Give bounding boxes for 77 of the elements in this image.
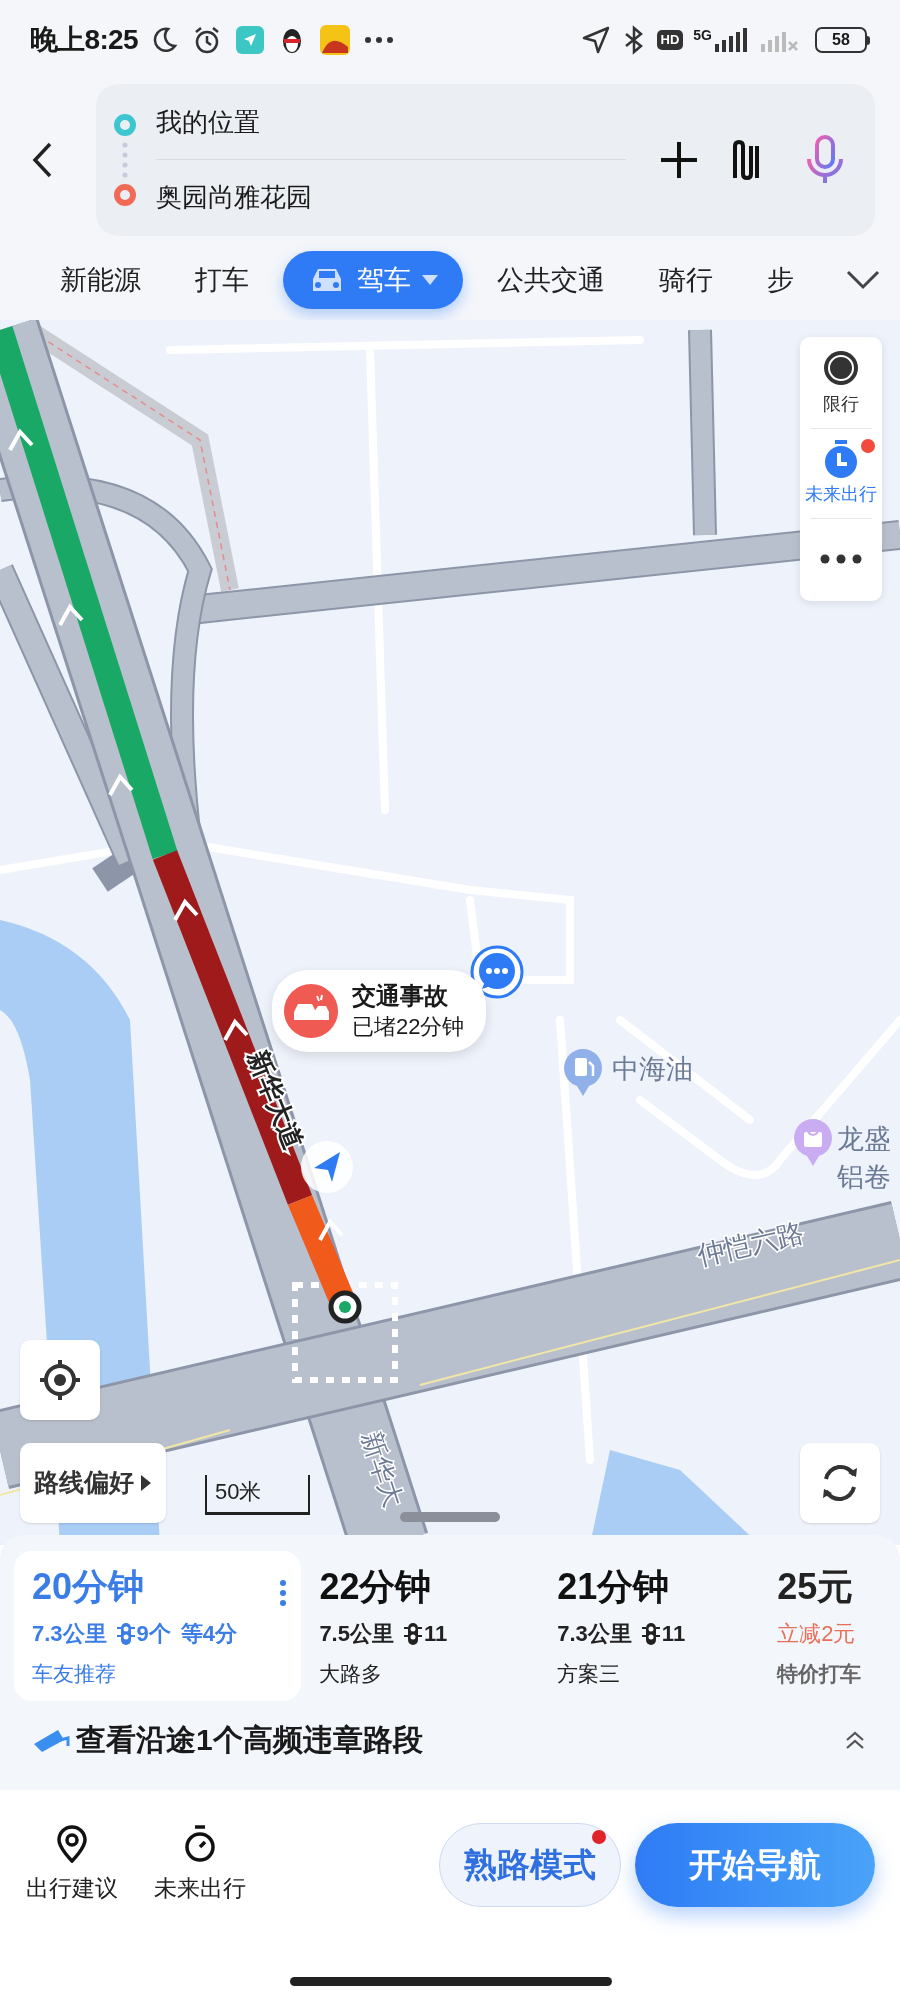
bottom-action-button[interactable]: 出行建议: [26, 1824, 118, 1906]
status-time: 晚上8:25: [30, 23, 138, 57]
route-duration: 20分钟: [32, 1565, 145, 1609]
scale-label: 50米: [215, 1478, 262, 1506]
route-option-card[interactable]: 22分钟 7.5公里 11 大路多: [301, 1551, 540, 1701]
route-distance: 7.3公里: [557, 1620, 632, 1648]
more-icon: [363, 36, 394, 44]
add-icon[interactable]: [659, 140, 699, 180]
mode-tab[interactable]: 公共交通: [477, 251, 625, 309]
stopwatch-icon: [824, 439, 858, 479]
poi-label: 中海油: [612, 1053, 693, 1086]
mode-tab[interactable]: 步: [747, 251, 814, 309]
mode-tab[interactable]: 骑行: [639, 251, 733, 309]
hd-badge: HD: [656, 30, 684, 50]
refresh-button[interactable]: [800, 1443, 880, 1523]
wait-time: 等4分: [180, 1620, 238, 1648]
location-arrow-icon: [580, 25, 611, 55]
traffic-light-count: 11: [661, 1620, 686, 1648]
destination-dot-icon: [114, 184, 136, 206]
locate-button[interactable]: [20, 1340, 100, 1420]
taxi-option-card[interactable]: 25元 立减2元 特价打车: [777, 1551, 886, 1701]
traffic-light-icon: [641, 1621, 660, 1646]
route-distance: 7.5公里: [319, 1620, 394, 1648]
origin-field[interactable]: 我的位置: [156, 86, 626, 160]
network-type: 5G: [693, 28, 712, 42]
map-tool-button[interactable]: 限行: [822, 349, 860, 418]
caret-icon: [140, 1474, 152, 1492]
more-icon[interactable]: [820, 554, 862, 564]
poi-label: 铝卷: [837, 1161, 891, 1194]
app-icon: [319, 25, 350, 55]
traffic-light-icon: [116, 1621, 135, 1646]
route-tag: 车友推荐: [32, 1658, 284, 1690]
mode-tab[interactable]: 驾车: [283, 251, 463, 309]
map-tool-button[interactable]: 未来出行: [805, 439, 877, 508]
restriction-icon: [822, 349, 860, 387]
drag-handle[interactable]: [400, 1512, 500, 1522]
route-distance: 7.3公里: [32, 1620, 107, 1648]
stopwatch-icon: [183, 1824, 217, 1863]
microphone-icon[interactable]: [805, 135, 845, 185]
traffic-light-count: 9个: [136, 1620, 171, 1648]
taxi-price: 25元: [777, 1565, 855, 1609]
mode-tab[interactable]: 新能源: [40, 251, 161, 309]
fuel-pump-icon: [562, 1048, 604, 1098]
incident-duration: 已堵22分钟: [352, 1013, 465, 1041]
start-point-icon: [328, 1290, 362, 1324]
locate-icon: [38, 1358, 82, 1402]
route-tag: 方案三: [557, 1658, 760, 1690]
traffic-light-count: 11: [423, 1620, 448, 1648]
dropdown-caret-icon: [421, 274, 439, 286]
route-tag: 大路多: [319, 1658, 522, 1690]
location-pin-icon: [56, 1824, 88, 1863]
poi-label: 龙盛: [837, 1123, 891, 1156]
more-options-icon[interactable]: [279, 1579, 288, 1607]
destination-field[interactable]: 奥园尚雅花园: [156, 160, 626, 234]
route-dots-icon: [122, 142, 128, 178]
bottom-action-button[interactable]: 未来出行: [154, 1824, 246, 1906]
car-crash-icon: [284, 984, 338, 1038]
incident-callout[interactable]: 交通事故 已堵22分钟: [272, 970, 487, 1052]
route-preference-button[interactable]: 路线偏好: [20, 1443, 166, 1523]
route-option-card[interactable]: 20分钟 7.3公里 9个 等4分 车友推荐: [14, 1551, 302, 1701]
road-label: 仲恺六路: [694, 1217, 807, 1271]
familiar-route-mode-button[interactable]: 熟路模式: [439, 1823, 621, 1907]
app-icon: [235, 26, 264, 54]
traffic-light-icon: [403, 1621, 422, 1646]
chevron-down-icon[interactable]: [846, 270, 880, 290]
taxi-label: 特价打车: [777, 1661, 863, 1687]
route-duration: 21分钟: [557, 1565, 670, 1609]
battery-level: 58: [832, 30, 850, 50]
origin-dot-icon: [114, 114, 136, 136]
chat-bubble-icon[interactable]: [470, 945, 524, 999]
road-label: 新华大: [356, 1427, 409, 1512]
mode-tab[interactable]: 打车: [175, 251, 269, 309]
taxi-discount: 立减2元: [777, 1620, 857, 1648]
incident-title: 交通事故: [352, 981, 449, 1011]
violation-notice[interactable]: 查看沿途1个高频违章路段: [76, 1717, 423, 1762]
shopping-bag-icon: [792, 1118, 834, 1168]
route-duration: 22分钟: [319, 1565, 432, 1609]
